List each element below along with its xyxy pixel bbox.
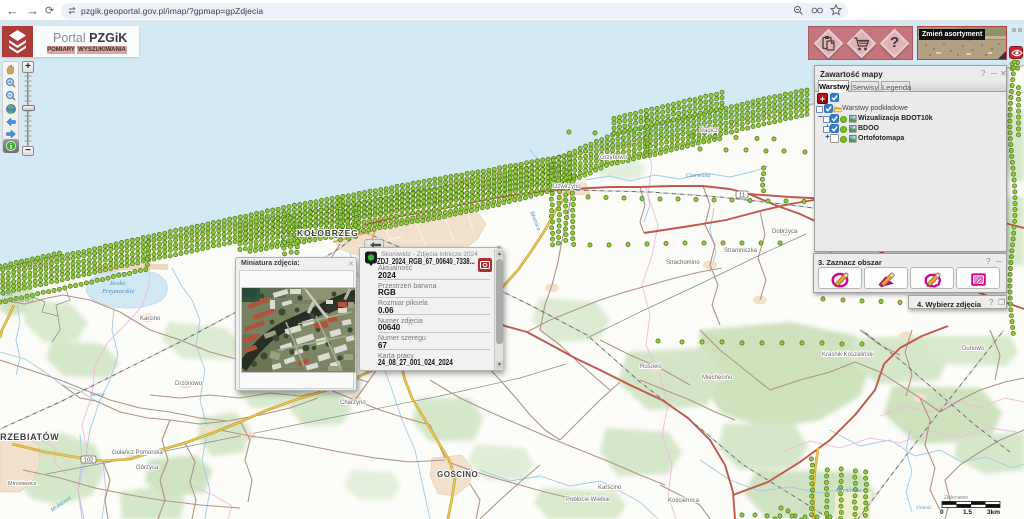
svg-text:Drzonowo: Drzonowo — [175, 381, 203, 387]
svg-text:Miechęcino: Miechęcino — [702, 375, 733, 381]
svg-text:Unieść: Unieść — [916, 505, 932, 511]
svg-text:Pobłocie Wielkie: Pobłocie Wielkie — [566, 497, 611, 503]
svg-text:Dźwirzyno: Dźwirzyno — [553, 184, 581, 190]
svg-text:Kraśnik Koszaliński: Kraśnik Koszaliński — [822, 352, 874, 358]
svg-text:102: 102 — [84, 458, 93, 464]
svg-text:1.5: 1.5 — [963, 509, 972, 516]
svg-text:TRZEBIATÓW: TRZEBIATÓW — [0, 431, 59, 442]
svg-text:Dunowo: Dunowo — [962, 346, 985, 352]
svg-text:WRZOSOWO: WRZOSOWO — [2, 298, 33, 304]
svg-text:Czerwona: Czerwona — [686, 173, 710, 179]
svg-text:Rusowo: Rusowo — [640, 364, 662, 370]
svg-text:Górzyca: Górzyca — [136, 465, 159, 471]
svg-text:11: 11 — [739, 193, 745, 199]
svg-text:Dobrzyca: Dobrzyca — [772, 229, 798, 235]
svg-text:Sarnia: Sarnia — [90, 392, 105, 398]
svg-text:Charzyno: Charzyno — [340, 400, 366, 406]
svg-text:3km: 3km — [987, 509, 1000, 516]
svg-text:BÓR: BÓR — [2, 291, 13, 298]
svg-text:Młynówka: Młynówka — [835, 488, 861, 494]
svg-text:Gołańcz Pomorska: Gołańcz Pomorska — [112, 450, 163, 456]
svg-text:Strachomino: Strachomino — [666, 260, 700, 266]
svg-text:Zieleniewo: Zieleniewo — [944, 495, 968, 501]
svg-text:GOŚCINO: GOŚCINO — [437, 470, 478, 479]
svg-text:Mirosławice: Mirosławice — [8, 481, 37, 487]
svg-text:Bagicz: Bagicz — [700, 128, 718, 134]
svg-text:KOŁOBRZEG: KOŁOBRZEG — [297, 228, 359, 238]
svg-text:0: 0 — [940, 509, 944, 516]
svg-text:Kościernica: Kościernica — [668, 498, 700, 504]
svg-text:Stramniczka: Stramniczka — [724, 248, 758, 254]
svg-text:Przymorskie: Przymorskie — [101, 288, 135, 295]
svg-text:Karcino: Karcino — [140, 316, 161, 322]
svg-text:Karścino: Karścino — [598, 485, 622, 491]
svg-text:Grzybowo: Grzybowo — [600, 155, 628, 161]
svg-text:Resko: Resko — [109, 280, 126, 287]
